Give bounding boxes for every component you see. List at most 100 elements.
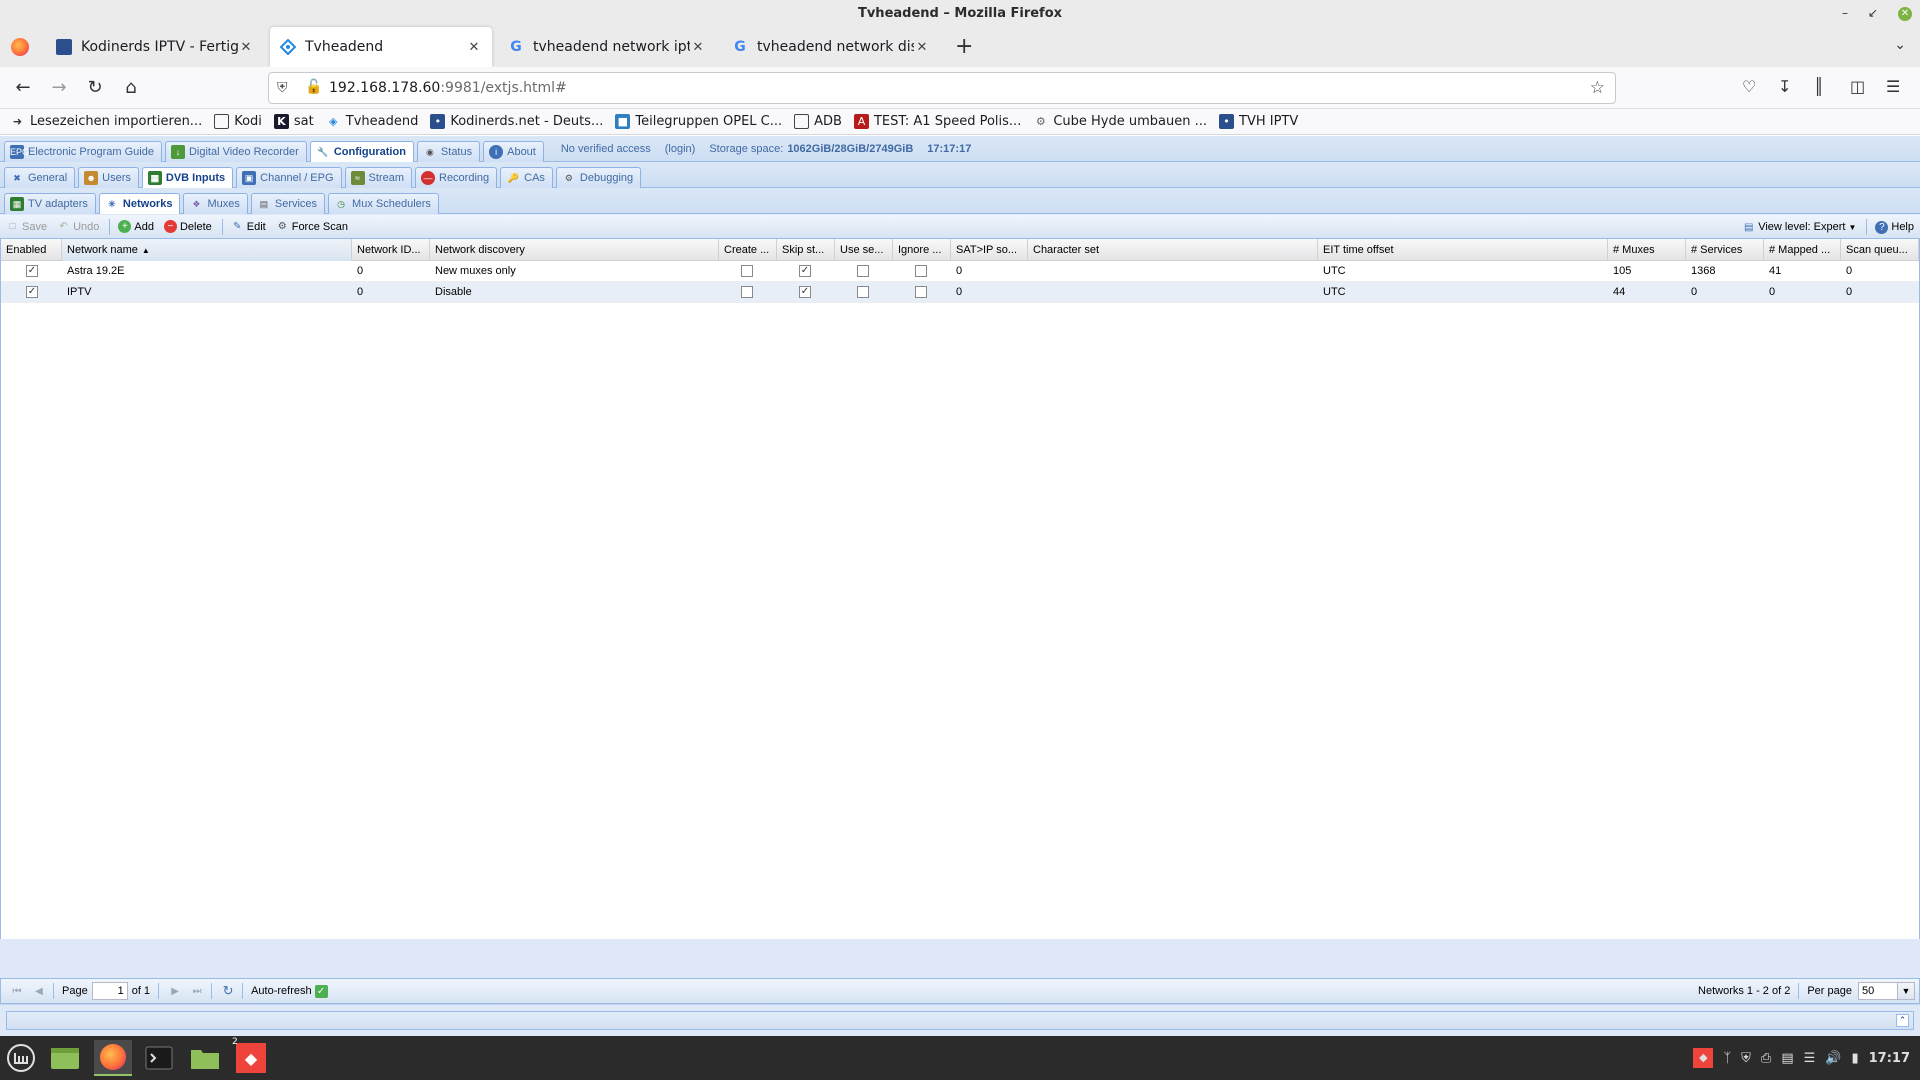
expand-panel-icon[interactable]: ⌃ — [1896, 1014, 1909, 1027]
pocket-icon[interactable]: ♡ — [1742, 77, 1756, 96]
column-header-network-name[interactable]: Network name ▲ — [62, 239, 352, 261]
tab-status[interactable]: ◉ Status — [416, 140, 481, 162]
save-button[interactable]: □ Save — [6, 220, 47, 233]
clock[interactable]: 17:17 — [1869, 1051, 1910, 1066]
close-tab-icon[interactable]: ✕ — [914, 40, 930, 55]
first-page-icon[interactable]: ⏮ — [9, 986, 25, 997]
tab-google-discovery[interactable]: G tvheadend network discove ✕ — [722, 27, 940, 67]
column-header-skip[interactable]: Skip st... — [777, 239, 835, 261]
enabled-checkbox[interactable]: ✓ — [26, 286, 38, 298]
help-button[interactable]: ? Help — [1875, 220, 1914, 234]
column-header-ignore[interactable]: Ignore ... — [893, 239, 951, 261]
bookmark-cube[interactable]: ⚙ Cube Hyde umbauen ... — [1033, 114, 1207, 129]
bookmark-adb[interactable]: ADB — [794, 114, 842, 129]
battery-icon[interactable]: ▮ — [1851, 1051, 1858, 1066]
use-checkbox[interactable] — [857, 286, 869, 298]
auto-refresh-checkbox[interactable]: ✓ — [314, 984, 328, 998]
show-desktop-icon[interactable] — [46, 1040, 84, 1076]
tab-about[interactable]: i About — [483, 140, 544, 162]
close-tab-icon[interactable]: ✕ — [690, 40, 706, 55]
login-link[interactable]: (login) — [665, 143, 696, 155]
tab-users[interactable]: ☻ Users — [78, 166, 139, 188]
tab-muxes[interactable]: ❖ Muxes — [183, 192, 248, 214]
column-header-scan-queue[interactable]: Scan queu... — [1841, 239, 1919, 261]
wifi-icon[interactable]: ☰ — [1804, 1051, 1816, 1066]
column-header-create[interactable]: Create ... — [719, 239, 777, 261]
column-header-satip[interactable]: SAT>IP so... — [951, 239, 1028, 261]
table-row[interactable]: ✓ Astra 19.2E 0 New muxes only ✓ 0 UTC 1… — [1, 261, 1919, 282]
tracking-shield-icon[interactable]: ⛨ — [277, 80, 288, 96]
column-header-network-discovery[interactable]: Network discovery — [430, 239, 719, 261]
table-row[interactable]: ✓ IPTV 0 Disable ✓ 0 UTC 44 0 0 0 — [1, 282, 1919, 303]
bookmark-tvheadend[interactable]: ◈ Tvheadend — [326, 114, 418, 129]
delete-button[interactable]: − Delete — [163, 220, 212, 233]
sidebar-icon[interactable]: ◫ — [1850, 77, 1865, 96]
chevron-down-icon[interactable]: ▼ — [1898, 982, 1915, 1000]
last-page-icon[interactable]: ⏭ — [189, 986, 205, 997]
log-panel-header[interactable]: ⌃ — [6, 1011, 1914, 1030]
column-header-muxes[interactable]: # Muxes — [1608, 239, 1686, 261]
skip-checkbox[interactable]: ✓ — [799, 286, 811, 298]
tab-tv-adapters[interactable]: ▦ TV adapters — [4, 192, 96, 214]
close-tab-icon[interactable]: ✕ — [238, 40, 254, 55]
terminal-icon[interactable] — [140, 1040, 178, 1076]
ignore-checkbox[interactable] — [915, 265, 927, 277]
create-checkbox[interactable] — [741, 265, 753, 277]
downloads-icon[interactable]: ↧ — [1778, 77, 1791, 96]
files-icon[interactable] — [186, 1040, 224, 1076]
undo-button[interactable]: ↶ Undo — [57, 220, 99, 233]
force-scan-button[interactable]: ⚙ Force Scan — [276, 220, 348, 233]
tab-tvheadend[interactable]: Tvheadend ✕ — [270, 27, 492, 67]
tab-cas[interactable]: 🔑 CAs — [500, 166, 553, 188]
use-checkbox[interactable] — [857, 265, 869, 277]
bookmark-kodi[interactable]: Kodi — [214, 114, 262, 129]
enabled-checkbox[interactable]: ✓ — [26, 265, 38, 277]
bookmark-tvh-iptv[interactable]: • TVH IPTV — [1219, 114, 1298, 129]
refresh-icon[interactable]: ↻ — [220, 983, 236, 999]
tab-general[interactable]: ✖ General — [4, 166, 76, 188]
bookmark-star-icon[interactable]: ☆ — [1590, 78, 1605, 98]
tab-google-iptv[interactable]: G tvheadend network iptv – G ✕ — [498, 27, 716, 67]
new-tab-button[interactable]: + — [955, 35, 973, 59]
reload-icon[interactable]: ↻ — [83, 76, 107, 100]
column-header-network-id[interactable]: Network ID... — [352, 239, 430, 261]
maximize-icon[interactable]: ↙ — [1868, 0, 1878, 27]
tab-stream[interactable]: ≈ Stream — [344, 166, 412, 188]
library-icon[interactable]: ║ — [1814, 77, 1824, 96]
view-level-dropdown[interactable]: ▤ View level: Expert ▼ — [1742, 221, 1856, 234]
anydesk-icon[interactable]: ◆ 2 — [232, 1037, 270, 1076]
forward-icon[interactable]: → — [47, 76, 71, 100]
create-checkbox[interactable] — [741, 286, 753, 298]
tab-channel-epg[interactable]: ▣ Channel / EPG — [236, 166, 342, 188]
ignore-checkbox[interactable] — [915, 286, 927, 298]
mint-menu-icon[interactable] — [2, 1040, 40, 1076]
list-all-tabs-icon[interactable]: ⌄ — [1894, 37, 1906, 53]
bookmark-opel[interactable]: ■ Teilegruppen OPEL C... — [615, 114, 782, 129]
clipboard-icon[interactable]: ▤ — [1781, 1051, 1793, 1066]
next-page-icon[interactable]: ▶ — [167, 986, 183, 997]
tab-mux-schedulers[interactable]: ◷ Mux Schedulers — [328, 192, 439, 214]
shield-icon[interactable]: ⛨ — [1741, 1051, 1751, 1066]
column-header-use[interactable]: Use se... — [835, 239, 893, 261]
column-header-mapped[interactable]: # Mapped ... — [1764, 239, 1841, 261]
volume-icon[interactable]: 🔊 — [1825, 1051, 1841, 1066]
tab-recording[interactable]: — Recording — [415, 166, 498, 188]
edit-button[interactable]: ✎ Edit — [231, 220, 266, 233]
skip-checkbox[interactable]: ✓ — [799, 265, 811, 277]
tab-epg[interactable]: EPG Electronic Program Guide — [4, 140, 162, 162]
tab-networks[interactable]: ✳ Networks — [98, 192, 181, 214]
home-icon[interactable]: ⌂ — [119, 76, 143, 100]
bookmark-import[interactable]: ➜ Lesezeichen importieren... — [10, 114, 202, 129]
column-header-services[interactable]: # Services — [1686, 239, 1764, 261]
firefox-launcher-icon[interactable] — [94, 1040, 132, 1076]
url-bar[interactable]: ⛨ 🔓 192.168.178.60:9981/extjs.html# ☆ — [268, 72, 1616, 104]
anydesk-tray-icon[interactable]: ◆ — [1693, 1048, 1714, 1068]
bookmark-sat[interactable]: Ksat — [273, 114, 314, 129]
page-number-input[interactable]: 1 — [91, 982, 128, 1000]
tab-services[interactable]: ▤ Services — [250, 192, 326, 214]
tab-debugging[interactable]: ⚙ Debugging — [555, 166, 642, 188]
bookmark-a1-speed[interactable]: A TEST: A1 Speed Polis... — [853, 114, 1021, 129]
back-icon[interactable]: ← — [11, 76, 35, 100]
printer-icon[interactable]: ⎙ — [1761, 1051, 1771, 1066]
insecure-lock-icon[interactable]: 🔓 — [305, 79, 322, 95]
